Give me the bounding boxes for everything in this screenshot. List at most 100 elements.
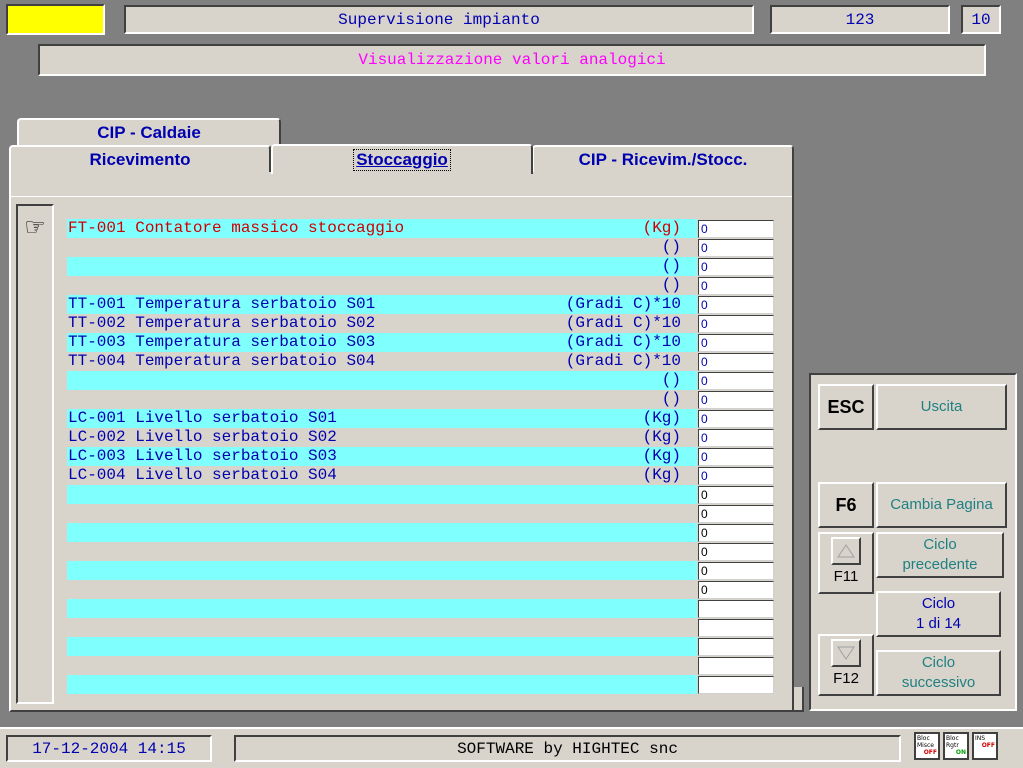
status-indicators: Bloc Misce OFF Bloc Rgtr ON INS OFF bbox=[914, 732, 1004, 762]
cycle-indicator: Ciclo 1 di 14 bbox=[876, 591, 1001, 637]
value-field[interactable]: 0 bbox=[698, 581, 774, 599]
tab-ricevimento[interactable]: Ricevimento bbox=[9, 145, 271, 172]
value-field[interactable] bbox=[698, 657, 774, 675]
pointer-hand-icon: ☞ bbox=[24, 214, 46, 241]
value-field[interactable]: 0 bbox=[698, 562, 774, 580]
table-row[interactable] bbox=[67, 523, 697, 542]
value-field[interactable]: 0 bbox=[698, 220, 774, 238]
value-field[interactable]: 0 bbox=[698, 505, 774, 523]
row-label: LC-002 Livello serbatoio S02 bbox=[68, 428, 337, 446]
tab-label: CIP - Caldaie bbox=[97, 123, 201, 142]
table-row[interactable] bbox=[67, 637, 697, 656]
value-field[interactable]: 0 bbox=[698, 277, 774, 295]
table-row[interactable]: LC-004 Livello serbatoio S04 (Kg) bbox=[67, 466, 697, 485]
rows-container: FT-001 Contatore massico stoccaggio (Kg) 0… bbox=[0, 0, 774, 694]
f6-key[interactable]: F6 bbox=[818, 482, 874, 528]
value-field[interactable] bbox=[698, 600, 774, 618]
tab-stoccaggio[interactable]: Stoccaggio bbox=[271, 144, 533, 174]
row-label: TT-001 Temperatura serbatoio S01 bbox=[68, 295, 376, 313]
up-triangle-icon bbox=[837, 544, 855, 558]
row-unit: () bbox=[661, 257, 681, 275]
page-title: Supervisione impianto bbox=[124, 5, 754, 34]
value-field[interactable]: 0 bbox=[698, 524, 774, 542]
f12-key[interactable]: F12 bbox=[818, 634, 874, 696]
value-field[interactable]: 0 bbox=[698, 410, 774, 428]
indicator-badge: Bloc Rgtr ON bbox=[943, 732, 969, 760]
table-row[interactable] bbox=[67, 599, 697, 618]
table-row[interactable]: LC-003 Livello serbatoio S03 (Kg) bbox=[67, 447, 697, 466]
value-field[interactable]: 0 bbox=[698, 543, 774, 561]
header-code: 123 bbox=[770, 5, 950, 34]
tab-cip-ricevim-stocc[interactable]: CIP - Ricevim./Stocc. bbox=[532, 145, 794, 172]
value-field[interactable]: 0 bbox=[698, 448, 774, 466]
value-field[interactable]: 0 bbox=[698, 258, 774, 276]
row-unit: (Kg) bbox=[642, 447, 681, 465]
table-row[interactable]: TT-001 Temperatura serbatoio S01 (Gradi C… bbox=[67, 295, 697, 314]
table-row[interactable] bbox=[67, 542, 697, 561]
value-field[interactable]: 0 bbox=[698, 429, 774, 447]
row-label: FT-001 Contatore massico stoccaggio bbox=[68, 219, 405, 237]
table-row[interactable] bbox=[67, 675, 697, 694]
value-field[interactable]: 0 bbox=[698, 486, 774, 504]
value-field[interactable] bbox=[698, 638, 774, 656]
f11-label: F11 bbox=[833, 568, 859, 585]
tab-label: Ricevimento bbox=[89, 149, 191, 169]
indicator-badge: Bloc Misce OFF bbox=[914, 732, 940, 760]
row-unit: (Kg) bbox=[642, 428, 681, 446]
tab-label: CIP - Ricevim./Stocc. bbox=[578, 149, 748, 169]
indicator-top: Bloc bbox=[946, 735, 959, 742]
panel-divider bbox=[11, 196, 792, 197]
table-row[interactable]: FT-001 Contatore massico stoccaggio (Kg) bbox=[67, 219, 697, 238]
indicator-top: INS bbox=[975, 735, 986, 742]
table-row[interactable]: () bbox=[67, 390, 697, 409]
status-indicator bbox=[6, 4, 105, 35]
value-field[interactable] bbox=[698, 676, 774, 694]
row-label: LC-001 Livello serbatoio S01 bbox=[68, 409, 337, 427]
table-row[interactable] bbox=[67, 485, 697, 504]
table-row[interactable] bbox=[67, 504, 697, 523]
row-unit: () bbox=[661, 390, 681, 408]
table-row[interactable]: TT-004 Temperatura serbatoio S04 (Gradi C… bbox=[67, 352, 697, 371]
value-field[interactable] bbox=[698, 619, 774, 637]
f11-key[interactable]: F11 bbox=[818, 532, 874, 594]
value-field[interactable]: 0 bbox=[698, 391, 774, 409]
value-field[interactable]: 0 bbox=[698, 372, 774, 390]
tab-label-active: Stoccaggio bbox=[353, 149, 451, 171]
table-row[interactable] bbox=[67, 580, 697, 599]
indicator-mid: Rgtr bbox=[946, 742, 959, 749]
row-unit: (Gradi C)*10 bbox=[565, 352, 681, 370]
tab-cip-caldaie[interactable]: CIP - Caldaie bbox=[17, 118, 281, 146]
table-row[interactable] bbox=[67, 618, 697, 637]
row-unit: () bbox=[661, 276, 681, 294]
table-row[interactable]: LC-001 Livello serbatoio S01 (Kg) bbox=[67, 409, 697, 428]
row-unit: (Kg) bbox=[642, 219, 681, 237]
table-row[interactable] bbox=[67, 656, 697, 675]
table-row[interactable]: () bbox=[67, 276, 697, 295]
value-field[interactable]: 0 bbox=[698, 315, 774, 333]
previous-cycle-button[interactable]: Ciclo precedente bbox=[876, 532, 1004, 578]
indicator-state: ON bbox=[955, 749, 966, 756]
row-label: TT-004 Temperatura serbatoio S04 bbox=[68, 352, 376, 370]
change-page-button[interactable]: Cambia Pagina bbox=[876, 482, 1007, 528]
value-field[interactable]: 0 bbox=[698, 334, 774, 352]
table-row[interactable]: TT-002 Temperatura serbatoio S02 (Gradi C… bbox=[67, 314, 697, 333]
value-field[interactable]: 0 bbox=[698, 296, 774, 314]
table-row[interactable]: TT-003 Temperatura serbatoio S03 (Gradi C… bbox=[67, 333, 697, 352]
row-label: TT-002 Temperatura serbatoio S02 bbox=[68, 314, 376, 332]
table-row[interactable] bbox=[67, 561, 697, 580]
table-row[interactable]: () bbox=[67, 371, 697, 390]
row-unit: (Gradi C)*10 bbox=[565, 314, 681, 332]
row-label: LC-003 Livello serbatoio S03 bbox=[68, 447, 337, 465]
esc-key[interactable]: ESC bbox=[818, 384, 874, 430]
row-unit: (Gradi C)*10 bbox=[565, 295, 681, 313]
next-cycle-button[interactable]: Ciclo successivo bbox=[876, 650, 1001, 696]
table-row[interactable]: LC-002 Livello serbatoio S02 (Kg) bbox=[67, 428, 697, 447]
table-row[interactable]: () bbox=[67, 238, 697, 257]
exit-button[interactable]: Uscita bbox=[876, 384, 1007, 430]
table-row[interactable]: () bbox=[67, 257, 697, 276]
down-triangle-icon bbox=[837, 646, 855, 660]
value-field[interactable]: 0 bbox=[698, 467, 774, 485]
value-field[interactable]: 0 bbox=[698, 353, 774, 371]
software-credit: SOFTWARE by HIGHTEC snc bbox=[234, 735, 901, 762]
value-field[interactable]: 0 bbox=[698, 239, 774, 257]
